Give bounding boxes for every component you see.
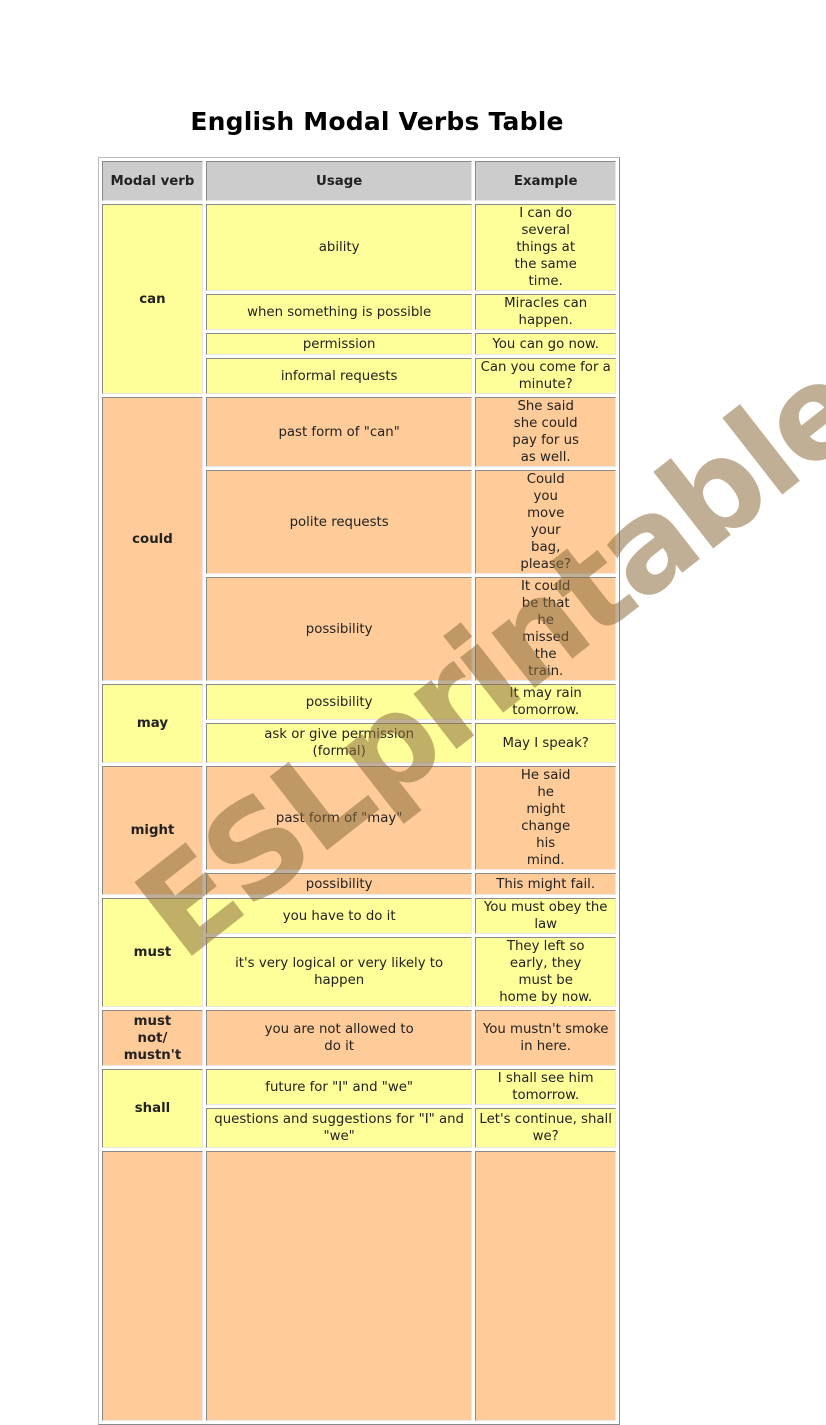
verb-cell: must not/ mustn't: [102, 1010, 203, 1066]
table-row: may possibility It may rain tomorrow.: [102, 684, 616, 763]
usage-cell: informal requests: [205, 358, 473, 394]
example-cell: Can you come for a minute?: [475, 358, 616, 394]
table-row: must you have to do it You must obey the…: [102, 898, 616, 1007]
example-cell: She said she could pay for us as well.: [475, 397, 616, 467]
example-cell: Could you move your bag, please?: [475, 470, 616, 574]
example-cell: Miracles can happen.: [475, 294, 616, 330]
usage-cell: past form of "can": [205, 397, 473, 467]
usage-cell: you have to do it: [205, 898, 473, 934]
empty-cell: [475, 1151, 616, 1421]
usage-cell: possibility: [205, 684, 473, 720]
usage-cell: possibility: [205, 577, 473, 681]
usage-cell: questions and suggestions for "I" and "w…: [205, 1108, 473, 1148]
example-cell: You mustn't smoke in here.: [475, 1010, 616, 1066]
example-cell: They left so early, they must be home by…: [475, 937, 616, 1007]
example-cell: I can do several things at the same time…: [475, 204, 616, 291]
verb-cell: may: [102, 684, 203, 763]
header-usage: Usage: [205, 161, 473, 201]
table-row: could past form of "can" She said she co…: [102, 397, 616, 681]
header-row: Modal verb Usage Example: [102, 161, 616, 201]
example-cell: It could be that he missed the train.: [475, 577, 616, 681]
usage-cell: possibility: [205, 873, 473, 895]
table-row: must not/ mustn't you are not allowed to…: [102, 1010, 616, 1066]
modal-verbs-table: Modal verb Usage Example can ability I c…: [98, 157, 620, 1425]
usage-cell: it's very logical or very likely to happ…: [205, 937, 473, 1007]
usage-cell: past form of "may": [205, 766, 473, 870]
header-modal-verb: Modal verb: [102, 161, 203, 201]
example-cell: You can go now.: [475, 333, 616, 355]
usage-cell: ability: [205, 204, 473, 291]
example-cell: This might fail.: [475, 873, 616, 895]
verb-cell: could: [102, 397, 203, 681]
table-row: shall future for "I" and "we" I shall se…: [102, 1069, 616, 1148]
example-cell: You must obey the law: [475, 898, 616, 934]
example-cell: Let's continue, shall we?: [475, 1108, 616, 1148]
empty-cell: [102, 1151, 203, 1421]
table-row: can ability I can do several things at t…: [102, 204, 616, 394]
verb-cell: can: [102, 204, 203, 394]
usage-cell: you are not allowed to do it: [205, 1010, 473, 1066]
usage-cell: when something is possible: [205, 294, 473, 330]
empty-row: [102, 1151, 616, 1421]
usage-cell: future for "I" and "we": [205, 1069, 473, 1105]
empty-cell: [205, 1151, 473, 1421]
example-cell: He said he might change his mind.: [475, 766, 616, 870]
header-example: Example: [475, 161, 616, 201]
table-row: might past form of "may" He said he migh…: [102, 766, 616, 895]
usage-cell: permission: [205, 333, 473, 355]
usage-cell: ask or give permission (formal): [205, 723, 473, 763]
verb-cell: must: [102, 898, 203, 1007]
example-cell: May I speak?: [475, 723, 616, 763]
verb-cell: might: [102, 766, 203, 895]
example-cell: I shall see him tomorrow.: [475, 1069, 616, 1105]
page-title: English Modal Verbs Table: [190, 107, 564, 136]
usage-cell: polite requests: [205, 470, 473, 574]
verb-cell: shall: [102, 1069, 203, 1148]
example-cell: It may rain tomorrow.: [475, 684, 616, 720]
